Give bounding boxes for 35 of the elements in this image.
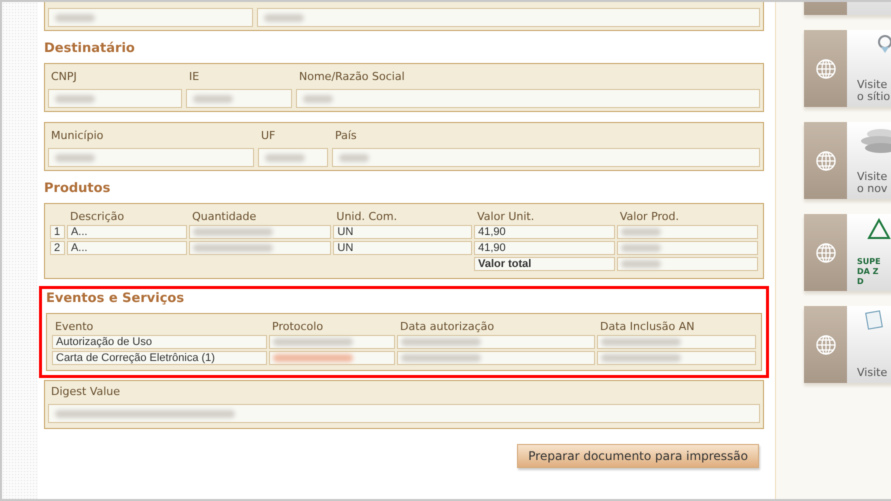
card-caption: Visite o nov	[857, 171, 888, 195]
table-cell: A...	[66, 241, 188, 255]
table-cell: A...	[66, 225, 188, 239]
table-cell: 41,90	[474, 225, 615, 239]
field-label: País	[334, 129, 358, 142]
table-cell: 41,90	[474, 241, 615, 255]
print-button[interactable]: Preparar documento para impressão	[517, 444, 759, 468]
column-header: Data Inclusão AN	[599, 319, 696, 333]
column-header: Descrição	[68, 209, 126, 223]
field-label: UF	[260, 129, 276, 142]
column-header: Valor Prod.	[618, 209, 680, 223]
card-caption: Visite	[857, 367, 888, 379]
row-number: 1	[50, 225, 65, 239]
field-label: Digest Value	[50, 385, 122, 398]
field-label: Nome/Razão Social	[298, 70, 406, 83]
table-cell: Carta de Correção Eletrônica (1)	[52, 351, 267, 365]
column-header: Quantidade	[191, 209, 258, 223]
card-caption: SUPE DA Z D	[857, 257, 881, 287]
column-header: Unid. Com.	[335, 209, 398, 223]
column-header: Valor Unit.	[476, 209, 536, 223]
section-title: Produtos	[44, 181, 112, 196]
table-cell: UN	[333, 225, 472, 239]
column-header: Evento	[54, 319, 94, 333]
table-cell: Autorização de Uso	[52, 335, 267, 349]
section-title: Destinatário	[44, 41, 136, 56]
table-cell: Valor total	[474, 257, 615, 271]
table-cell: UN	[333, 241, 472, 255]
card-caption: Visite o sítio	[857, 79, 891, 103]
field-label: IE	[188, 70, 200, 83]
field-label: CNPJ	[50, 70, 78, 83]
section-title: Eventos e Serviços	[46, 291, 186, 306]
field-label: Município	[50, 129, 104, 142]
column-header: Data autorização	[399, 319, 496, 333]
row-number: 2	[50, 241, 65, 255]
column-header: Protocolo	[271, 319, 324, 333]
